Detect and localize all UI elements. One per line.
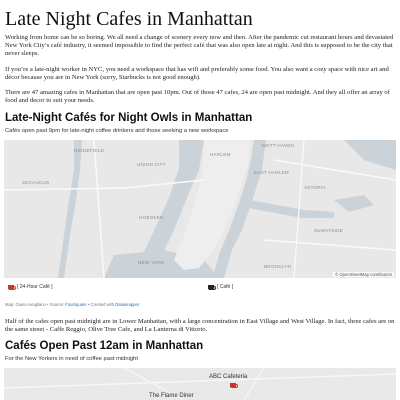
map2-label-flame: The Flame Diner [149,393,194,399]
article-page: Late Night Cafes in Manhattan Working fr… [0,0,400,400]
section1-subtitle: Cafés open past 9pm for late-night coffe… [5,128,229,134]
map-label-new-york: NEW YORK [138,260,165,265]
section2-heading: Cafés Open Past 12am in Manhattan [5,340,204,352]
map-label-mott-haven: MOTT HAVEN [262,143,295,148]
map-label-union-city: UNION CITY [137,162,167,167]
map-label-harlem: HARLEM [210,152,231,157]
map-label-brooklyn: BROOKLYN [264,264,292,269]
intro-paragraph-3: There are 47 amazing cafes in Manhattan … [5,89,390,105]
map-label-astoria: ASTORIA [304,185,326,190]
credit-tool-link[interactable]: Datawrapper [115,302,139,307]
mid-paragraph: Half of the cafes open past midnight are… [5,318,395,334]
map-label-ridgefield: RIDGEFIELD [74,148,105,153]
page-title: Late Night Cafes in Manhattan [5,8,253,30]
cafes-map[interactable]: RIDGEFIELD SECAUCUS UNION CITY HOBOKEN H… [4,140,396,278]
map-graphic [4,140,396,278]
section2-subtitle: For the New Yorkers in need of coffee pa… [5,356,138,362]
map-label-hoboken: HOBOKEN [139,215,164,220]
legend-label-24-hour: [ 24-Hour Café ] [17,284,53,290]
map-credit: Map: Giana Avagliano • Source: Foursquar… [5,302,139,307]
map2-graphic [4,368,396,400]
coffee-cup-dark-icon [208,284,216,290]
map2-label-abc: ABC Cafeteria [209,374,248,380]
map-label-east-harlem: EAST HARLEM [254,170,289,175]
map-label-secaucus: SECAUCUS [22,180,50,185]
section1-heading: Late-Night Cafés for Night Owls in Manha… [5,112,253,124]
legend-label-cafe: [ Café ] [217,284,234,290]
intro-paragraph-1: Working from home can be so boring. We a… [5,34,394,58]
midnight-cafes-map[interactable]: ABC Cafeteria The Flame Diner [4,368,396,400]
intro-paragraph-2: If you’re a late-night worker in NYC, yo… [5,66,389,82]
coffee-cup-red-icon[interactable] [230,383,238,388]
coffee-cup-red-icon [8,284,16,290]
credit-source-link[interactable]: Foursquare [65,302,86,307]
legend-item-24-hour: [ 24-Hour Café ] [8,284,53,290]
credit-mid: • Created with [86,302,116,307]
credit-prefix: Map: Giana Avagliano • Source: [5,302,66,307]
map-label-sunnyside: SUNNYSIDE [314,228,343,233]
legend-item-cafe: [ Café ] [208,284,233,290]
map-legend: [ 24-Hour Café ] [ Café ] [4,284,396,292]
map-attribution[interactable]: © OpenStreetMap contributors [333,272,394,277]
